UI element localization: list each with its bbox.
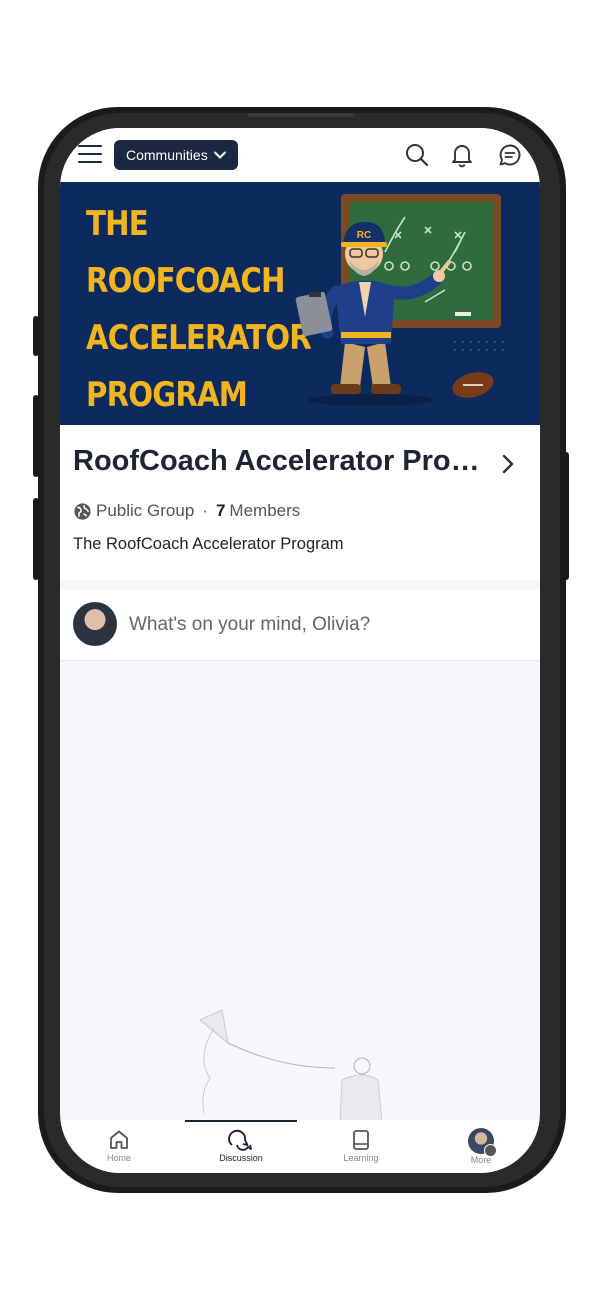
group-name[interactable]: RoofCoach Accelerator Pro… <box>73 445 480 478</box>
volume-down-button <box>33 498 39 580</box>
communities-label: Communities <box>126 147 208 163</box>
chevron-right-icon[interactable] <box>501 453 515 475</box>
privacy-label: Public Group <box>96 501 195 520</box>
mute-switch <box>33 316 39 356</box>
discussion-icon <box>228 1129 252 1151</box>
coach-illustration: RC <box>295 194 504 406</box>
group-cover-banner: THE ROOFCOACH ACCELERATOR PROGRAM RC <box>60 182 540 425</box>
volume-up-button <box>33 395 39 477</box>
tab-label-learning: Learning <box>343 1153 379 1163</box>
tab-label-more: More <box>470 1155 492 1165</box>
kite-illustration <box>199 1009 383 1123</box>
top-bar: Communities <box>60 128 540 182</box>
globe-icon <box>74 502 91 520</box>
tab-discussion[interactable]: Discussion <box>191 1128 291 1163</box>
speaker-grille <box>248 113 354 117</box>
avatar <box>73 602 117 646</box>
home-icon <box>110 1130 128 1149</box>
communities-dropdown[interactable]: Communities <box>114 140 238 170</box>
bell-icon[interactable] <box>449 142 475 168</box>
members-count: 7 <box>215 501 226 520</box>
power-button <box>563 452 569 580</box>
composer-input[interactable]: What's on your mind, Olivia? <box>129 614 370 636</box>
members-label: Members <box>229 501 301 520</box>
chat-icon[interactable] <box>497 142 523 168</box>
book-icon <box>353 1130 369 1150</box>
meta-separator: · <box>202 501 208 520</box>
tab-learning[interactable]: Learning <box>311 1128 411 1163</box>
chevron-down-icon <box>213 151 226 159</box>
search-icon[interactable] <box>404 142 430 168</box>
post-composer[interactable]: What's on your mind, Olivia? <box>60 590 540 661</box>
group-meta: Public Group · 7 Members <box>73 501 300 521</box>
tab-home[interactable]: Home <box>69 1128 169 1163</box>
active-tab-indicator <box>185 1120 297 1122</box>
menu-icon[interactable] <box>78 145 102 165</box>
more-badge-icon <box>484 1144 497 1157</box>
cap-logo: RC <box>357 230 371 241</box>
tab-label-home: Home <box>106 1153 131 1163</box>
group-description: The RoofCoach Accelerator Program <box>73 535 344 553</box>
app-screen: Communities THE ROOFCOACH ACCELERATOR PR… <box>60 128 540 1173</box>
tab-more[interactable]: More <box>431 1128 531 1165</box>
bottom-tab-bar: Home Discussion Learning More <box>60 1120 540 1173</box>
avatar <box>468 1128 497 1157</box>
group-info-card[interactable]: RoofCoach Accelerator Pro… Public Group … <box>60 425 540 580</box>
tab-label-discussion: Discussion <box>219 1153 263 1163</box>
banner-title: THE ROOFCOACH ACCELERATOR PROGRAM <box>86 204 312 415</box>
